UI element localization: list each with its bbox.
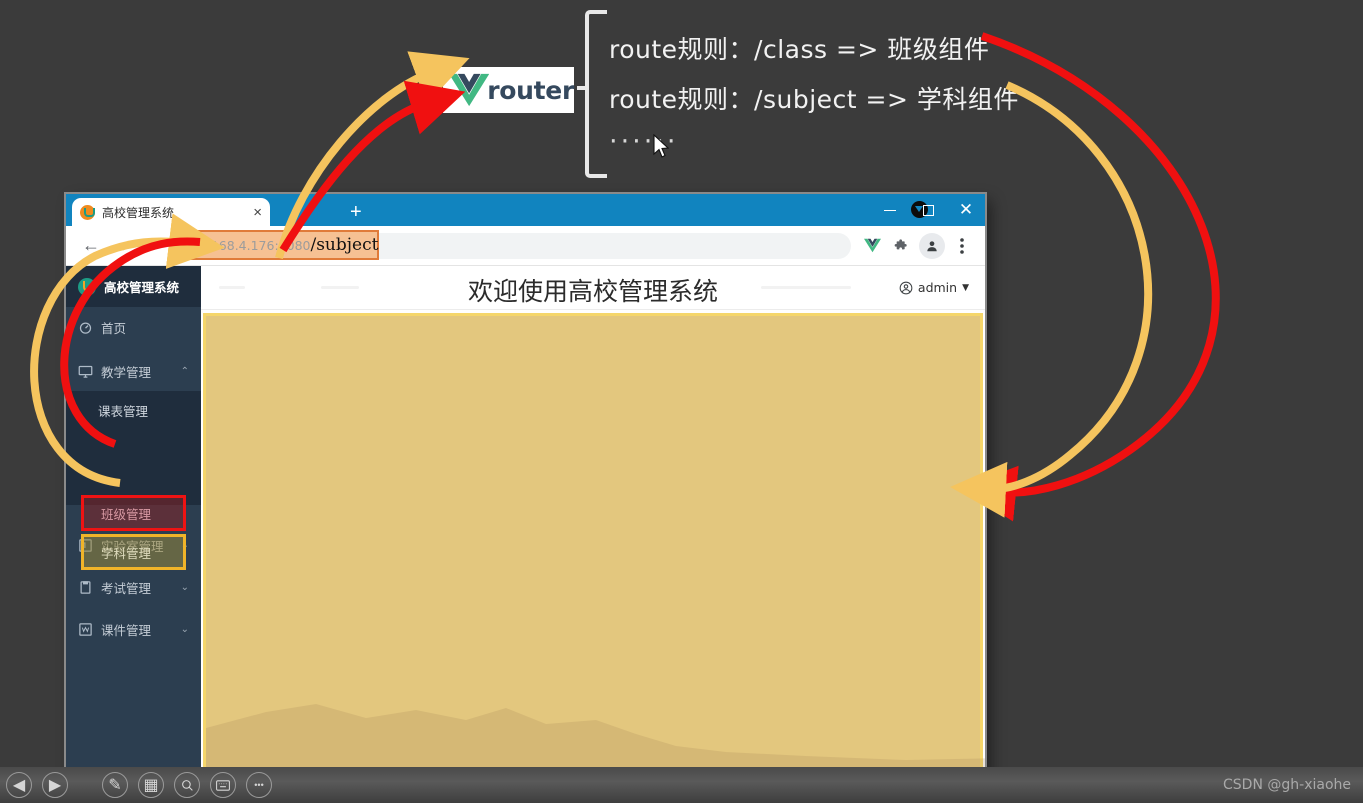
- plus-icon[interactable]: +: [350, 202, 362, 222]
- sidebar-item-courseware[interactable]: 课件管理 ⌄: [66, 609, 201, 649]
- browser-toolbar-icons: [859, 232, 975, 259]
- app-favicon-icon: [80, 204, 95, 220]
- magnifier-icon[interactable]: [174, 772, 200, 798]
- app-sidebar: 高校管理系统 首页 教学管理 ⌃ 课表管理 班级管理 学科管理 考试管理 ⌄ 课…: [66, 266, 201, 785]
- arrow-yellow-rule-to-content: [950, 81, 1153, 518]
- sidebar-subitem-label: [98, 441, 102, 456]
- content-area-highlight: [203, 313, 985, 781]
- exam-icon: [80, 580, 91, 594]
- sidebar-item-label: 考试管理: [101, 580, 152, 596]
- sidebar-item-label: 教学管理: [101, 364, 152, 380]
- browser-tab-title: 高校管理系统: [102, 205, 175, 220]
- breadcrumb-placeholder: [219, 286, 245, 289]
- monitor-icon: [78, 365, 93, 378]
- vue-devtools-icon[interactable]: [859, 233, 885, 259]
- sidebar-item-teaching[interactable]: 教学管理 ⌃: [66, 351, 201, 391]
- play-icon[interactable]: ▶: [42, 772, 68, 798]
- sidebar-subitem-schedule[interactable]: 课表管理: [66, 391, 201, 429]
- browser-tab[interactable]: 高校管理系统 ×: [72, 198, 270, 226]
- browser-titlebar: 高校管理系统 × + ✕: [66, 194, 985, 226]
- user-circle-icon: [899, 281, 913, 294]
- class-management-red-highlight[interactable]: 班级管理: [81, 495, 186, 531]
- maximize-icon[interactable]: [909, 194, 947, 226]
- minimize-icon[interactable]: [871, 194, 909, 226]
- pen-glyph: ✎: [108, 777, 122, 794]
- browser-window: 高校管理系统 × + ✕ ← → ⟳ 192.168.4.176:8080 /s…: [66, 194, 985, 785]
- route-rule-line-1: route规则：/class => 班级组件: [609, 35, 990, 64]
- reload-icon[interactable]: ⟳: [136, 231, 166, 261]
- sidebar-submenu-teaching: 课表管理: [66, 391, 201, 505]
- previous-glyph: ◀: [12, 777, 26, 794]
- chevron-up-icon: ⌃: [180, 365, 189, 377]
- close-icon[interactable]: ×: [253, 205, 262, 220]
- app-logo: 高校管理系统: [66, 266, 201, 307]
- vue-router-logo: router: [443, 67, 574, 113]
- app-logo-label: 高校管理系统: [104, 280, 180, 295]
- screenshot-stage: route规则：/class => 班级组件 route规则：/subject …: [0, 0, 1363, 803]
- play-glyph: ▶: [48, 777, 62, 794]
- three-dot-menu-icon[interactable]: [949, 233, 975, 259]
- keyboard-icon[interactable]: [210, 772, 236, 798]
- sidebar-item-home[interactable]: 首页: [66, 307, 201, 347]
- user-name: admin: [917, 280, 958, 295]
- router-label: router: [487, 75, 574, 105]
- left-curly-bracket-icon: [585, 10, 607, 178]
- url-highlight-box[interactable]: 192.168.4.176:8080 /subject: [175, 230, 379, 260]
- app-layout: 高校管理系统 首页 教学管理 ⌃ 课表管理 班级管理 学科管理 考试管理 ⌄ 课…: [66, 266, 985, 785]
- sidebar-item-exam[interactable]: 考试管理 ⌄: [66, 567, 201, 607]
- puzzle-piece-icon[interactable]: [889, 233, 915, 259]
- sidebar-subitem-label: 学科管理: [101, 545, 152, 561]
- sidebar-subitem-label: 班级管理: [101, 506, 152, 522]
- page-title: 欢迎使用高校管理系统: [467, 277, 719, 306]
- subject-management-yellow-highlight[interactable]: 学科管理: [81, 534, 186, 570]
- pen-icon[interactable]: ✎: [102, 772, 128, 798]
- breadcrumb-placeholder: [761, 286, 851, 289]
- more-icon[interactable]: •••: [246, 772, 272, 798]
- bottom-toolbar: ◀ ▶ ✎ ▦ •••: [0, 767, 1363, 803]
- watermark: CSDN @gh-xiaohe: [1223, 777, 1351, 793]
- arrow-right-icon[interactable]: →: [106, 231, 136, 261]
- app-page-body: [201, 310, 985, 785]
- sidebar-item-label: 首页: [101, 320, 127, 336]
- courseware-icon: [79, 622, 92, 636]
- breadcrumb-placeholder: [321, 286, 359, 289]
- previous-icon[interactable]: ◀: [6, 772, 32, 798]
- sidebar-subitem-class[interactable]: [66, 429, 201, 467]
- sidebar-item-label: 课件管理: [101, 622, 152, 638]
- route-rules-annotation: route规则：/class => 班级组件 route规则：/subject …: [577, 8, 1018, 178]
- app-logo-icon: [78, 277, 96, 296]
- dashboard-icon: [79, 322, 92, 334]
- route-rule-line-2: route规则：/subject => 学科组件: [609, 85, 1019, 114]
- account-avatar-icon[interactable]: [919, 232, 945, 259]
- chevron-down-icon: ⌄: [180, 623, 189, 635]
- layout-glyph: ▦: [143, 777, 159, 794]
- chevron-down-icon: ⌄: [180, 581, 189, 593]
- url-path: /subject: [310, 235, 379, 255]
- url-host: 192.168.4.176:8080: [183, 237, 311, 253]
- sidebar-subitem-label: [98, 479, 102, 494]
- bracket-tip: [577, 86, 587, 90]
- close-icon[interactable]: ✕: [947, 194, 985, 226]
- mouse-pointer-icon: [653, 134, 669, 158]
- mountain-background-icon: [206, 704, 985, 778]
- vue-logo-icon: [449, 73, 490, 107]
- caret-down-icon: ▼: [962, 282, 969, 293]
- sidebar-subitem-label: 课表管理: [98, 403, 149, 419]
- arrow-left-icon[interactable]: ←: [76, 231, 106, 261]
- app-header: 欢迎使用高校管理系统 admin ▼: [201, 266, 985, 310]
- user-menu[interactable]: admin ▼: [899, 280, 969, 295]
- more-glyph: •••: [254, 780, 264, 790]
- app-content: 欢迎使用高校管理系统 admin ▼: [201, 266, 985, 785]
- layout-icon[interactable]: ▦: [138, 772, 164, 798]
